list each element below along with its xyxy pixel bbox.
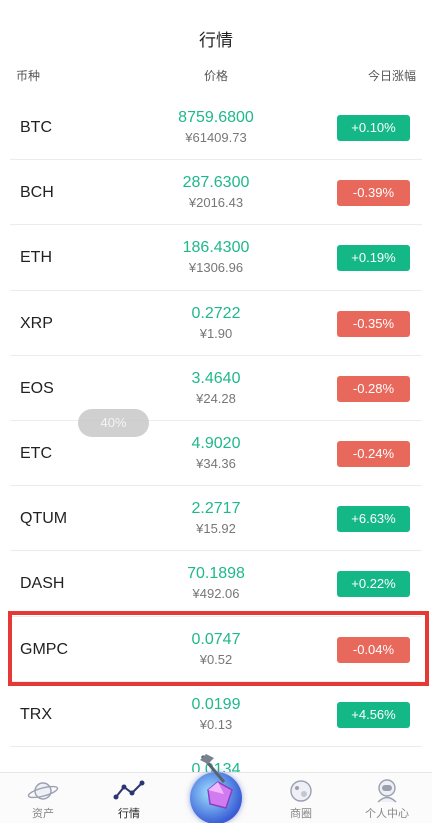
astronaut-icon	[377, 779, 397, 803]
progress-pill: 40%	[78, 409, 149, 437]
gem-icon	[200, 754, 233, 809]
market-row-gmpc[interactable]: GMPC 0.0747 ¥0.52 -0.04%	[10, 617, 422, 682]
change-badge: +0.10%	[337, 115, 410, 141]
market-row-xrp[interactable]: XRP 0.2722 ¥1.90 -0.35%	[10, 291, 422, 356]
market-row-trx[interactable]: TRX 0.0199 ¥0.13 +4.56%	[10, 682, 422, 747]
column-change: 今日涨幅	[367, 69, 416, 83]
change-badge: -0.35%	[337, 310, 410, 337]
market-row-btc[interactable]: BTC 8759.6800 ¥61409.73 +0.10%	[10, 95, 422, 161]
change-badge: -0.28%	[337, 375, 410, 402]
market-row-qtum[interactable]: QTUM 2.2717 ¥15.92 +6.63%	[10, 486, 422, 552]
planet-icon	[27, 782, 59, 800]
center-action-button[interactable]	[172, 752, 260, 823]
market-row-bch[interactable]: BCH 287.6300 ¥2016.43 -0.39%	[10, 160, 422, 226]
tab-assets-label: 资产	[32, 808, 54, 820]
change-badge: +6.63%	[337, 506, 410, 533]
change-badge: -0.04%	[337, 636, 410, 663]
title-bar: 行情	[0, 0, 432, 62]
tab-assets[interactable]: 资产	[0, 773, 86, 823]
change-badge: +0.22%	[337, 571, 410, 598]
tab-business-label: 商圈	[290, 808, 312, 820]
change-badge: -0.24%	[337, 440, 410, 467]
page-title: 行情	[199, 30, 233, 50]
tab-market-label: 行情	[118, 808, 140, 820]
tab-profile[interactable]: 个人中心	[344, 773, 430, 823]
market-row-eos[interactable]: EOS 3.4640 ¥24.28 -0.28%	[10, 356, 422, 421]
market-row-dash[interactable]: DASH 70.1898 ¥492.06 +0.22%	[10, 551, 422, 617]
column-header: 币种 价格 今日涨幅	[0, 62, 432, 88]
change-badge: +4.56%	[337, 701, 410, 728]
tab-profile-label: 个人中心	[365, 808, 409, 820]
tab-market[interactable]: 行情	[86, 773, 172, 823]
change-badge: -0.39%	[337, 180, 410, 207]
tab-business[interactable]: 商圈	[258, 773, 344, 823]
change-badge: +0.19%	[337, 245, 410, 272]
market-row-etc[interactable]: ETC 4.9020 ¥34.36 -0.24%	[10, 421, 422, 487]
market-row-eth[interactable]: ETH 186.4300 ¥1306.96 +0.19%	[10, 225, 422, 291]
market-chart-icon	[113, 780, 145, 800]
market-list: BTC 8759.6800 ¥61409.73 +0.10% BCH 287.6300 ¥2…	[10, 95, 422, 813]
moon-icon	[290, 780, 312, 802]
